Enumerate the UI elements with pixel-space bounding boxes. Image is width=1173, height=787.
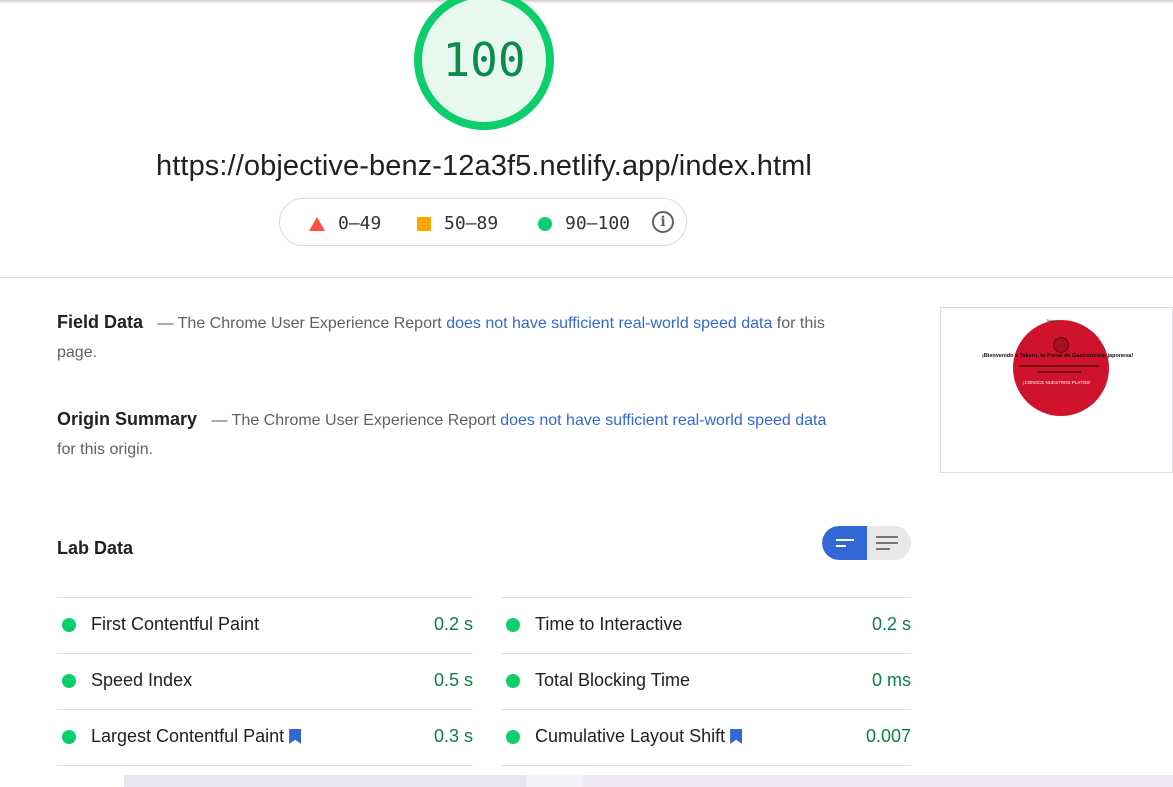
circle-pass-icon xyxy=(538,216,552,231)
thumbnail-subtext-line xyxy=(1019,365,1099,367)
metric-value: 0.007 xyxy=(865,726,911,746)
origin-summary: Origin Summary — The Chrome User Experie… xyxy=(57,405,847,464)
metric-label-text: Largest Contentful Paint xyxy=(91,726,285,746)
metric-value: 0 ms xyxy=(871,670,911,690)
compact-view-button[interactable] xyxy=(822,526,867,560)
pass-dot-icon xyxy=(62,730,76,744)
expanded-line-icon-3 xyxy=(876,548,890,550)
origin-summary-title: Origin Summary xyxy=(57,409,198,429)
metric-label: Time to Interactive xyxy=(535,614,683,634)
origin-summary-text: The Chrome User Experience Report xyxy=(231,412,496,429)
origin-summary-dash: — xyxy=(211,412,228,429)
bookmark-icon[interactable] xyxy=(730,729,743,744)
metric-row: Total Blocking Time 0 ms xyxy=(501,653,911,709)
audited-page-url: https://objective-benz-12a3f5.netlify.ap… xyxy=(156,150,812,182)
thumbnail-red-circle xyxy=(1013,320,1109,416)
metric-value: 0.2 s xyxy=(871,614,911,634)
metric-row: Speed Index 0.5 s xyxy=(57,653,473,709)
metric-value: 0.3 s xyxy=(433,726,473,746)
thumbnail-cta: ¡CONOCE NUESTROS PLATOS! xyxy=(1023,380,1091,385)
metric-label-text: Cumulative Layout Shift xyxy=(535,726,726,746)
pass-dot-icon xyxy=(62,674,76,688)
thumbnail-logo-icon xyxy=(1053,337,1069,353)
compact-line-icon-2 xyxy=(836,545,846,547)
pass-dot-icon xyxy=(506,674,520,688)
square-average-icon xyxy=(417,216,431,231)
legend-average: 50–89 xyxy=(417,213,498,234)
metric-label: Total Blocking Time xyxy=(535,670,691,690)
triangle-fail-icon xyxy=(309,216,325,231)
field-data-dash: — xyxy=(157,315,174,332)
metric-row: Cumulative Layout Shift 0.007 xyxy=(501,709,911,766)
legend-average-label: 50–89 xyxy=(444,213,499,234)
metric-label: First Contentful Paint xyxy=(91,614,260,634)
pass-dot-icon xyxy=(506,730,520,744)
field-data-text: The Chrome User Experience Report xyxy=(177,315,442,332)
legend-fail-label: 0–49 xyxy=(338,213,382,234)
section-divider xyxy=(0,277,1173,278)
expanded-line-icon-2 xyxy=(876,542,898,544)
field-data-link[interactable]: does not have sufficient real-world spee… xyxy=(446,315,772,332)
metrics-column-left: First Contentful Paint 0.2 s Speed Index… xyxy=(57,597,473,766)
metrics-view-toggle[interactable] xyxy=(822,526,911,560)
legend-fail: 0–49 xyxy=(309,213,381,234)
pass-dot-icon xyxy=(62,618,76,632)
bookmark-icon[interactable] xyxy=(289,729,302,744)
origin-summary-link[interactable]: does not have sufficient real-world spee… xyxy=(500,412,826,429)
metric-row: First Contentful Paint 0.2 s xyxy=(57,597,473,653)
thumbnail-headline: ¡Bienvenido a Takeru, tu Portal de Gastr… xyxy=(982,353,1134,359)
performance-score-gauge: 100 xyxy=(412,0,556,132)
origin-summary-text-after: for this origin. xyxy=(57,441,154,458)
expanded-line-icon xyxy=(876,536,898,538)
legend-pass: 90–100 xyxy=(538,213,630,234)
metric-value: 0.2 s xyxy=(433,614,473,634)
score-scale-legend: 0–49 50–89 90–100 i xyxy=(279,198,687,246)
metrics-column-right: Time to Interactive 0.2 s Total Blocking… xyxy=(501,597,911,766)
metric-row: Largest Contentful Paint 0.3 s xyxy=(57,709,473,766)
compact-line-icon xyxy=(836,539,854,541)
metric-label-with-bookmark: Cumulative Layout Shift xyxy=(535,726,743,747)
field-data-title: Field Data xyxy=(57,312,144,332)
final-screenshot-thumbnail[interactable]: Takeru ¡Bienvenido a Takeru, tu Portal d… xyxy=(940,307,1173,473)
metric-label: Speed Index xyxy=(91,670,193,690)
performance-score-value: 100 xyxy=(442,33,526,87)
legend-pass-label: 90–100 xyxy=(565,213,631,234)
thumbnail-small-top: Takeru xyxy=(1046,318,1059,323)
metric-row: Time to Interactive 0.2 s xyxy=(501,597,911,653)
metric-value: 0.5 s xyxy=(433,670,473,690)
metric-label-with-bookmark: Largest Contentful Paint xyxy=(91,726,302,747)
thumbnail-subtext-line-2 xyxy=(1037,371,1081,373)
field-data-summary: Field Data — The Chrome User Experience … xyxy=(57,308,847,367)
pass-dot-icon xyxy=(506,618,520,632)
lab-data-title: Lab Data xyxy=(57,538,134,558)
top-edge-shadow xyxy=(0,0,1173,4)
bottom-edge-strip xyxy=(0,775,1173,787)
info-icon[interactable]: i xyxy=(652,211,674,233)
